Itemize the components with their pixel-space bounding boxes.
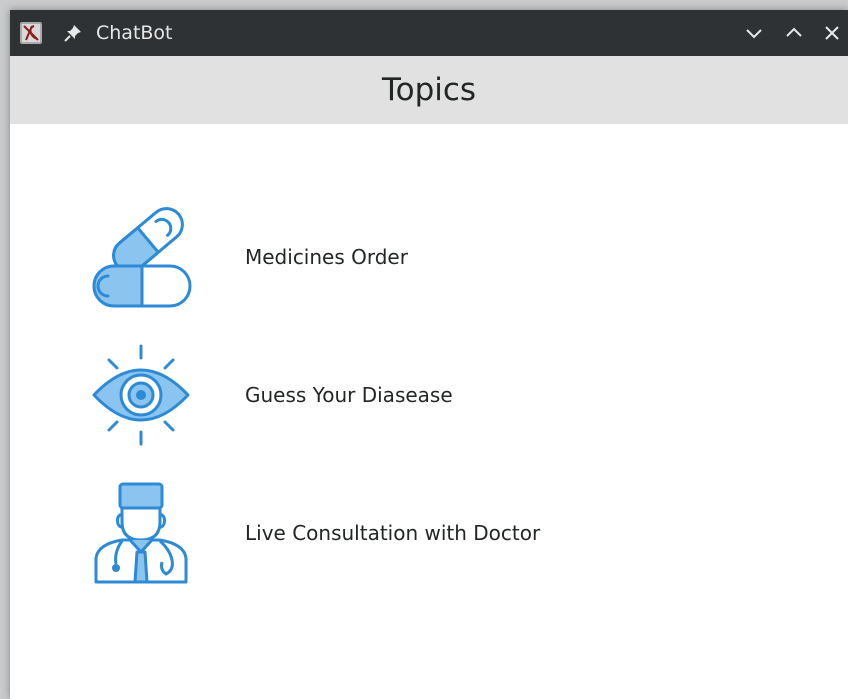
topic-medicines-order[interactable]: Medicines Order — [10, 202, 848, 312]
topic-label-medicines-order: Medicines Order — [245, 245, 408, 269]
chevron-down-icon — [746, 29, 762, 39]
topic-guess-your-disease[interactable]: Guess Your Diasease — [10, 340, 848, 450]
title-bar[interactable]: ChatBot — [10, 10, 848, 56]
minimize-button[interactable] — [744, 23, 764, 43]
eye-icon — [86, 340, 196, 450]
doctor-icon — [86, 478, 196, 588]
app-icon[interactable] — [20, 22, 42, 44]
window-title: ChatBot — [96, 22, 173, 44]
pin-icon[interactable] — [64, 24, 82, 42]
chevron-up-icon — [786, 27, 802, 37]
pill-capsule-icon — [86, 202, 196, 312]
close-icon — [825, 26, 839, 40]
chatbot-window: ChatBot Topics Medicines Order Guess You… — [10, 10, 848, 699]
topic-label-guess-your-disease: Guess Your Diasease — [245, 383, 453, 407]
topic-label-live-consultation: Live Consultation with Doctor — [245, 521, 541, 545]
maximize-button[interactable] — [784, 23, 804, 43]
close-button[interactable] — [822, 23, 842, 43]
page-title: Topics — [381, 72, 477, 108]
topics-header: Topics — [10, 56, 848, 124]
topic-live-consultation[interactable]: Live Consultation with Doctor — [10, 478, 848, 588]
